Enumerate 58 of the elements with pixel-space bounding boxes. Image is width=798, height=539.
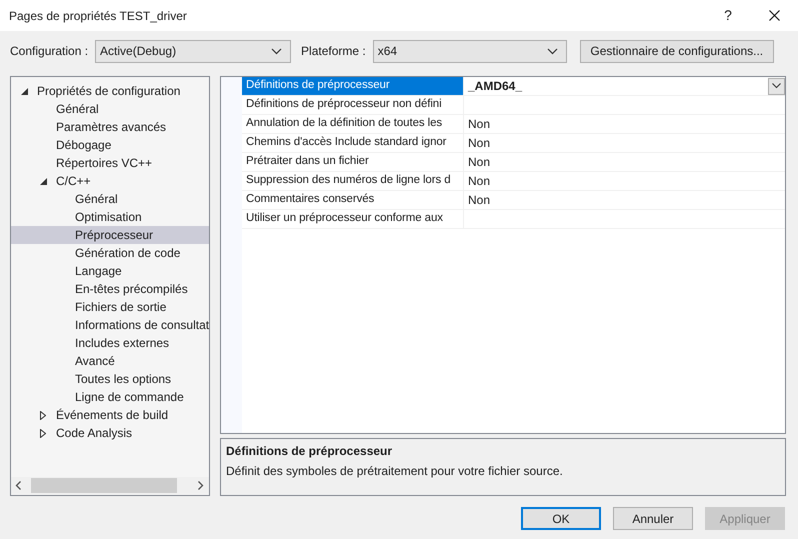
property-name[interactable]: Prétraiter dans un fichier [242, 153, 464, 171]
tree-item[interactable]: Optimisation [11, 208, 209, 226]
collapsed-arrow-icon[interactable] [40, 410, 46, 420]
dialog-button[interactable]: Annuler [613, 507, 693, 530]
chevron-down-icon [271, 48, 282, 54]
scroll-thumb[interactable] [31, 478, 177, 493]
tree-item[interactable]: Paramètres avancés [11, 118, 209, 136]
tree-item[interactable]: Code Analysis [11, 424, 209, 442]
collapsed-arrow-icon[interactable] [40, 428, 46, 438]
configuration-manager-button[interactable]: Gestionnaire de configurations... [580, 40, 774, 62]
description-title: Définitions de préprocesseur [226, 443, 394, 460]
property-name[interactable]: Suppression des numéros de ligne lors d [242, 172, 464, 190]
configuration-label: Configuration : [10, 43, 88, 60]
close-icon[interactable] [769, 10, 780, 21]
property-name[interactable]: Annulation de la définition de toutes les [242, 115, 464, 133]
dialog-button[interactable]: OK [521, 507, 601, 530]
description-text: Définit des symboles de prétraitement pour votre fichier source. [226, 463, 564, 480]
chevron-down-icon [546, 48, 558, 54]
tree-item[interactable]: Langage [11, 262, 209, 280]
tree-item[interactable]: Général [11, 100, 209, 118]
tree-item[interactable]: Génération de code [11, 244, 209, 262]
property-value[interactable]: Non [468, 191, 490, 209]
tree-item[interactable]: Toutes les options [11, 370, 209, 388]
tree-item[interactable]: Débogage [11, 136, 209, 154]
property-value[interactable]: _AMD64_ [468, 77, 522, 95]
tree-item[interactable]: Ligne de commande [11, 388, 209, 406]
tree-item[interactable]: Événements de build [11, 406, 209, 424]
property-name[interactable]: Chemins d'accès Include standard ignor [242, 134, 464, 152]
tree-item[interactable]: C/C++ [11, 172, 209, 190]
help-button[interactable]: ? [705, 5, 751, 26]
property-value[interactable]: Non [468, 134, 490, 152]
scroll-left-icon[interactable] [15, 481, 22, 490]
property-value[interactable]: Non [468, 153, 490, 171]
tree-item[interactable]: Avancé [11, 352, 209, 370]
property-name[interactable]: Utiliser un préprocesseur conforme aux [242, 210, 464, 228]
tree-item[interactable]: Préprocesseur [11, 226, 209, 244]
tree-item[interactable]: Général [11, 190, 209, 208]
platform-dropdown[interactable]: x64 [372, 40, 567, 62]
chevron-down-icon [772, 83, 781, 89]
property-name[interactable]: Définitions de préprocesseur [242, 77, 464, 95]
property-value[interactable]: Non [468, 115, 490, 133]
dropdown-button[interactable] [768, 78, 785, 94]
expanded-arrow-icon[interactable] [21, 88, 28, 94]
tree-item[interactable]: Fichiers de sortie [11, 298, 209, 316]
tree-item[interactable]: Informations de consultat [11, 316, 209, 334]
platform-label: Plateforme : [301, 43, 366, 60]
tree-item[interactable]: Propriétés de configuration [11, 82, 209, 100]
property-name[interactable]: Définitions de préprocesseur non défini [242, 96, 464, 114]
window-title: Pages de propriétés TEST_driver [9, 8, 188, 24]
horizontal-scrollbar[interactable] [11, 477, 209, 494]
property-name[interactable]: Commentaires conservés [242, 191, 464, 209]
tree-item[interactable]: Répertoires VC++ [11, 154, 209, 172]
expanded-arrow-icon[interactable] [40, 178, 47, 184]
tree-item[interactable]: En-têtes précompilés [11, 280, 209, 298]
tree-item[interactable]: Includes externes [11, 334, 209, 352]
property-value[interactable]: Non [468, 172, 490, 190]
configuration-dropdown[interactable]: Active(Debug) [95, 40, 292, 62]
scroll-right-icon[interactable] [197, 481, 204, 490]
